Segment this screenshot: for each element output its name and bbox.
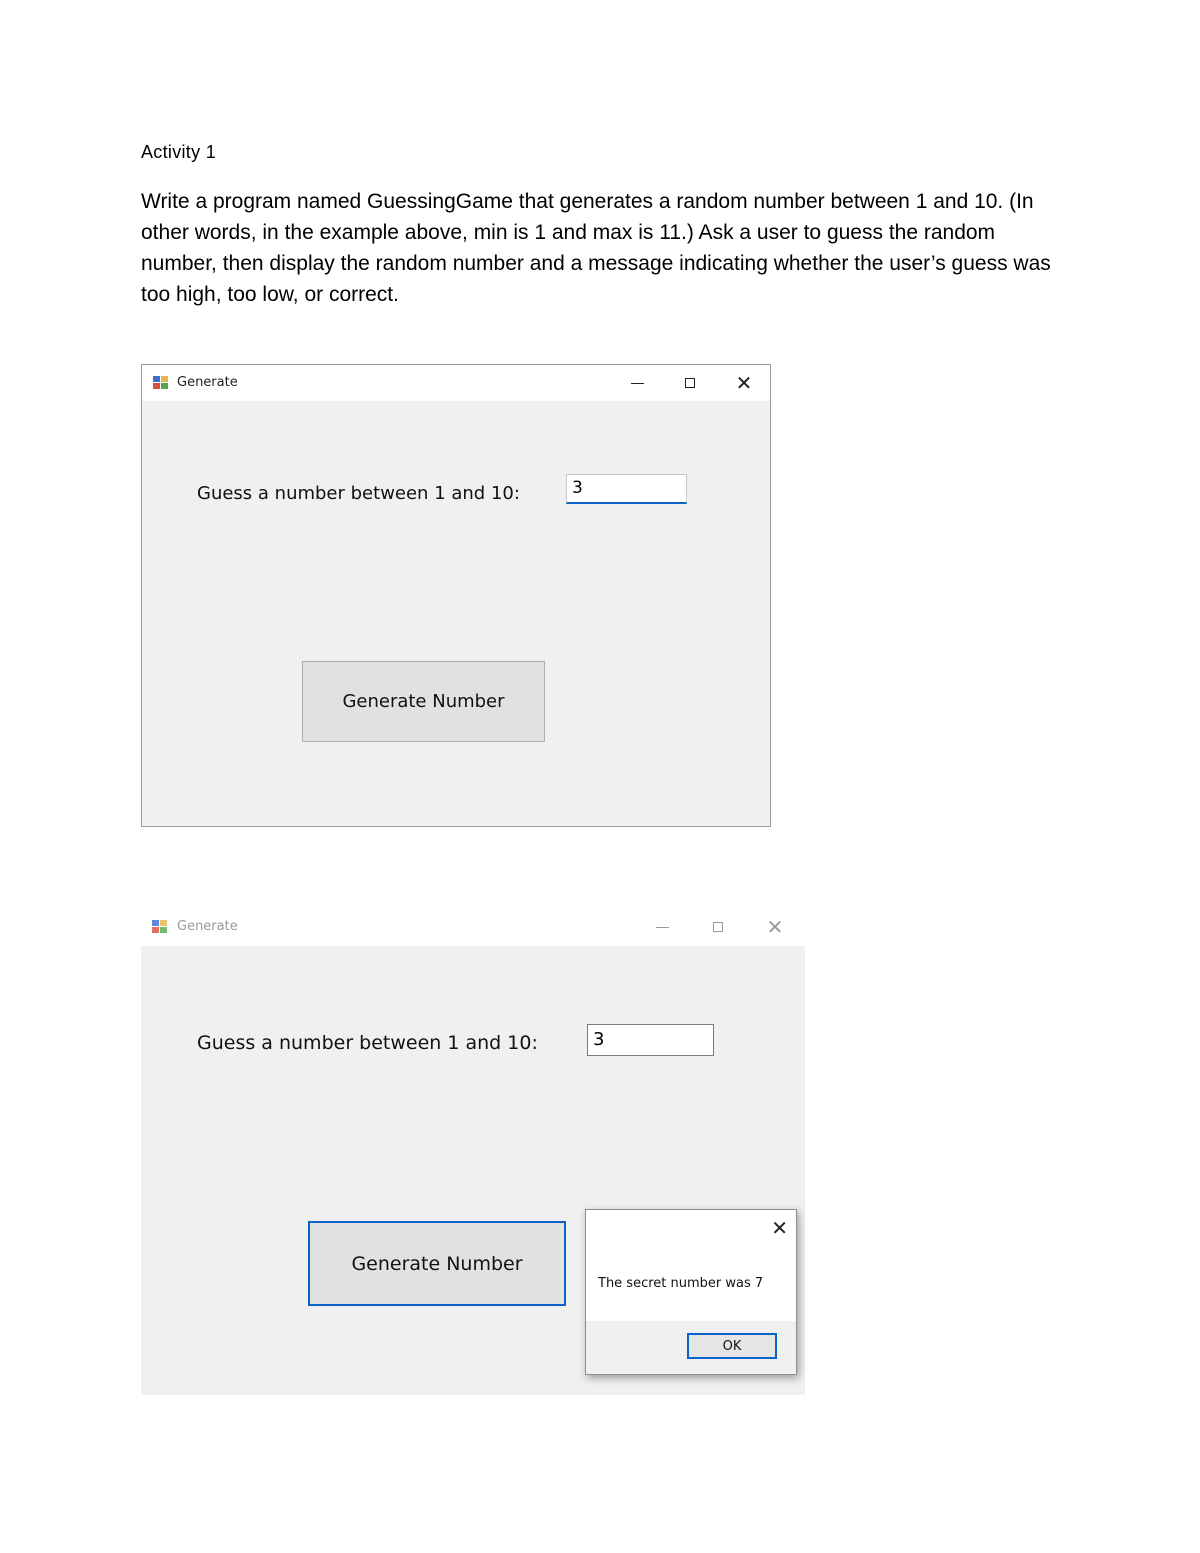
minimize-icon <box>655 926 669 928</box>
generate-window-1: Generate ✕ Guess a number between 1 and … <box>141 364 771 827</box>
close-icon: ✕ <box>766 915 784 939</box>
generate-number-button[interactable]: Generate Number <box>308 1221 566 1306</box>
minimize-button[interactable] <box>647 912 677 942</box>
close-icon: ✕ <box>735 371 753 395</box>
close-icon[interactable]: ✕ <box>771 1216 788 1240</box>
title-bar[interactable]: Generate ✕ <box>142 365 770 401</box>
maximize-button[interactable] <box>675 368 705 398</box>
message-box: ✕ The secret number was 7 OK <box>585 1209 797 1375</box>
activity-heading: Activity 1 <box>141 142 217 162</box>
guess-prompt-label: Guess a number between 1 and 10: <box>197 483 520 504</box>
title-bar[interactable]: Generate ✕ <box>141 908 805 946</box>
ok-button[interactable]: OK <box>687 1333 777 1359</box>
maximize-button[interactable] <box>703 912 733 942</box>
maximize-icon <box>685 378 695 388</box>
guess-input[interactable]: 3 <box>587 1024 714 1056</box>
guess-input[interactable]: 3 <box>566 474 687 504</box>
maximize-icon <box>713 922 723 932</box>
app-icon <box>152 920 168 934</box>
minimize-icon <box>630 382 644 384</box>
window-title: Generate <box>177 919 238 934</box>
generate-number-button[interactable]: Generate Number <box>302 661 545 742</box>
activity-description: Write a program named GuessingGame that … <box>141 190 1051 306</box>
close-button[interactable]: ✕ <box>760 912 790 942</box>
window-title: Generate <box>177 375 238 390</box>
guess-prompt-label: Guess a number between 1 and 10: <box>197 1032 538 1054</box>
message-text: The secret number was 7 <box>598 1276 764 1291</box>
app-icon <box>153 376 169 390</box>
close-button[interactable]: ✕ <box>729 368 759 398</box>
minimize-button[interactable] <box>622 368 652 398</box>
